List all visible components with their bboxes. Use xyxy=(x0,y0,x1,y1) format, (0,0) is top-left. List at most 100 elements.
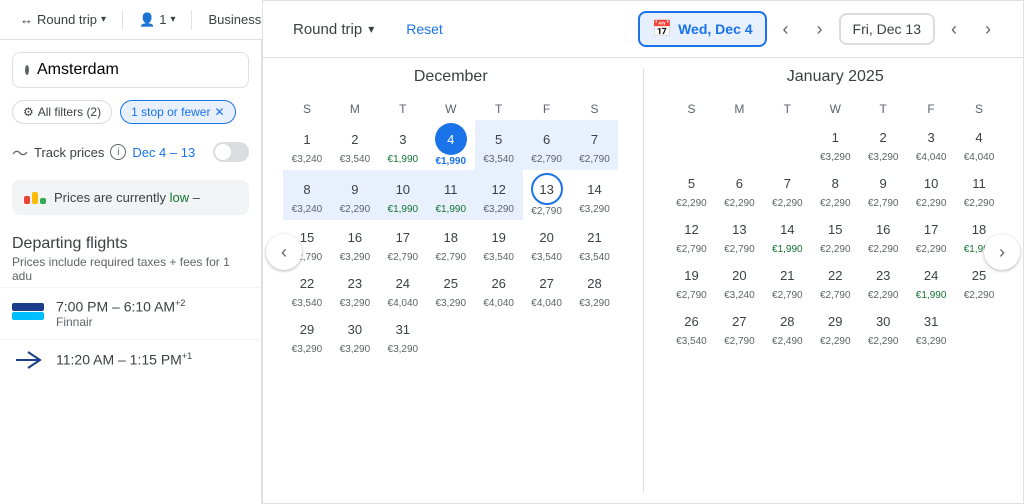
jan-15[interactable]: 15€2,290 xyxy=(811,212,859,258)
jan-30[interactable]: 30€2,290 xyxy=(859,304,907,350)
flight-item-0[interactable]: 7:00 PM – 6:10 AM+2 Finnair xyxy=(0,287,261,339)
trip-type-label: Round trip xyxy=(37,12,97,27)
flight-sup-0: +2 xyxy=(175,298,185,308)
jan-2[interactable]: 2€3,290 xyxy=(859,120,907,166)
calendar-icon-start: 📅 xyxy=(652,19,672,39)
dec-26[interactable]: 26€4,040 xyxy=(475,266,523,312)
jan-empty-1 xyxy=(668,120,716,166)
dec-24[interactable]: 24€4,040 xyxy=(379,266,427,312)
start-date-prev[interactable]: ‹ xyxy=(771,14,801,44)
jan-26[interactable]: 26€3,540 xyxy=(668,304,716,350)
dec-23[interactable]: 23€3,290 xyxy=(331,266,379,312)
flight-times-0: 7:00 PM – 6:10 AM+2 xyxy=(56,298,249,315)
jan-23[interactable]: 23€2,290 xyxy=(859,258,907,304)
jan-10[interactable]: 10€2,290 xyxy=(907,166,955,212)
price-bars-icon xyxy=(24,192,46,204)
jan-9[interactable]: 9€2,790 xyxy=(859,166,907,212)
dec-12[interactable]: 12€3,290 xyxy=(475,170,523,220)
flight-info-0: 7:00 PM – 6:10 AM+2 Finnair xyxy=(56,298,249,329)
dec-19[interactable]: 19€3,540 xyxy=(475,220,523,266)
jan-4[interactable]: 4€4,040 xyxy=(955,120,1003,166)
dec-17[interactable]: 17€2,790 xyxy=(379,220,427,266)
jan-1[interactable]: 1€3,290 xyxy=(811,120,859,166)
dec-2[interactable]: 2€3,540 xyxy=(331,120,379,170)
jan-22[interactable]: 22€2,790 xyxy=(811,258,859,304)
dec-6[interactable]: 6€2,790 xyxy=(523,120,571,170)
dec-21[interactable]: 21€3,540 xyxy=(571,220,619,266)
left-panel: ⚙ All filters (2) 1 stop or fewer ✕ 〜 Tr… xyxy=(0,40,262,504)
end-date-next[interactable]: › xyxy=(973,14,1003,44)
dec-20[interactable]: 20€3,540 xyxy=(523,220,571,266)
dec-3[interactable]: 3€1,990 xyxy=(379,120,427,170)
jan-29[interactable]: 29€2,290 xyxy=(811,304,859,350)
dec-13[interactable]: 13€2,790 xyxy=(523,170,571,220)
dec-8[interactable]: 8€3,240 xyxy=(283,170,331,220)
dec-22[interactable]: 22€3,540 xyxy=(283,266,331,312)
jan-5[interactable]: 5€2,290 xyxy=(668,166,716,212)
jan-27[interactable]: 27€2,790 xyxy=(715,304,763,350)
dec-31[interactable]: 31€3,290 xyxy=(379,312,427,358)
jan-21[interactable]: 21€2,790 xyxy=(763,258,811,304)
jan-24[interactable]: 24€1,990 xyxy=(907,258,955,304)
jan-3[interactable]: 3€4,040 xyxy=(907,120,955,166)
jan-12[interactable]: 12€2,790 xyxy=(668,212,716,258)
passengers-selector[interactable]: 👤 1 ▾ xyxy=(131,8,183,32)
flight-times-1: 11:20 AM – 1:15 PM+1 xyxy=(56,351,249,368)
roundtrip-chevron: ▾ xyxy=(368,22,374,36)
jan-6[interactable]: 6€2,290 xyxy=(715,166,763,212)
dec-28[interactable]: 28€3,290 xyxy=(571,266,619,312)
dec-7[interactable]: 7€2,790 xyxy=(571,120,619,170)
jan-13[interactable]: 13€2,790 xyxy=(715,212,763,258)
calendar-roundtrip-selector[interactable]: Round trip ▾ xyxy=(283,15,384,44)
track-prices-dates: Dec 4 – 13 xyxy=(132,145,195,160)
dec-10[interactable]: 10€1,990 xyxy=(379,170,427,220)
dec-1[interactable]: 1€3,240 xyxy=(283,120,331,170)
jan-31[interactable]: 31€3,290 xyxy=(907,304,955,350)
date-picker-group: 📅 Wed, Dec 4 ‹ › Fri, Dec 13 ‹ › xyxy=(638,11,1003,47)
dec-16[interactable]: 16€3,290 xyxy=(331,220,379,266)
dow-w1: W xyxy=(427,98,475,120)
dec-29[interactable]: 29€3,290 xyxy=(283,312,331,358)
jan-7[interactable]: 7€2,290 xyxy=(763,166,811,212)
origin-input[interactable] xyxy=(37,61,244,79)
jan-19[interactable]: 19€2,790 xyxy=(668,258,716,304)
start-date-next[interactable]: › xyxy=(805,14,835,44)
dec-9[interactable]: 9€2,290 xyxy=(331,170,379,220)
all-filters-chip[interactable]: ⚙ All filters (2) xyxy=(12,100,112,124)
end-date-button[interactable]: Fri, Dec 13 xyxy=(839,13,935,45)
stops-filter-chip[interactable]: 1 stop or fewer ✕ xyxy=(120,100,235,124)
dec-27[interactable]: 27€4,040 xyxy=(523,266,571,312)
jan-8[interactable]: 8€2,290 xyxy=(811,166,859,212)
trip-type-selector[interactable]: ↔ Round trip ▾ xyxy=(12,8,114,31)
dec-5[interactable]: 5€3,540 xyxy=(475,120,523,170)
dec-30[interactable]: 30€3,290 xyxy=(331,312,379,358)
calendar-prev-arrow[interactable]: ‹ xyxy=(266,234,302,270)
dec-25[interactable]: 25€3,290 xyxy=(427,266,475,312)
jan-dow-w1: W xyxy=(811,98,859,120)
dow-t1: T xyxy=(379,98,427,120)
flight-item-1[interactable]: 11:20 AM – 1:15 PM+1 xyxy=(0,339,261,380)
dec-18[interactable]: 18€2,790 xyxy=(427,220,475,266)
jan-dow-t2: T xyxy=(859,98,907,120)
flight-sup-1: +1 xyxy=(182,351,192,361)
calendar-next-arrow[interactable]: › xyxy=(984,234,1020,270)
jan-20[interactable]: 20€3,240 xyxy=(715,258,763,304)
jan-17[interactable]: 17€2,290 xyxy=(907,212,955,258)
jan-11[interactable]: 11€2,290 xyxy=(955,166,1003,212)
end-date-prev[interactable]: ‹ xyxy=(939,14,969,44)
departing-title: Departing flights xyxy=(12,235,249,253)
track-icon: 〜 xyxy=(12,140,28,164)
dow-s1: S xyxy=(283,98,331,120)
start-date-button[interactable]: 📅 Wed, Dec 4 xyxy=(638,11,766,47)
dec-14[interactable]: 14€3,290 xyxy=(571,170,619,220)
search-box[interactable] xyxy=(12,52,249,88)
dec-11[interactable]: 11€1,990 xyxy=(427,170,475,220)
track-prices-toggle[interactable] xyxy=(213,142,249,162)
dec-4[interactable]: 4€1,990 xyxy=(427,120,475,170)
reset-button[interactable]: Reset xyxy=(396,15,453,43)
jan-16[interactable]: 16€2,290 xyxy=(859,212,907,258)
jan-empty-3 xyxy=(763,120,811,166)
track-prices-info-icon[interactable]: i xyxy=(110,144,126,160)
jan-28[interactable]: 28€2,490 xyxy=(763,304,811,350)
jan-14[interactable]: 14€1,990 xyxy=(763,212,811,258)
